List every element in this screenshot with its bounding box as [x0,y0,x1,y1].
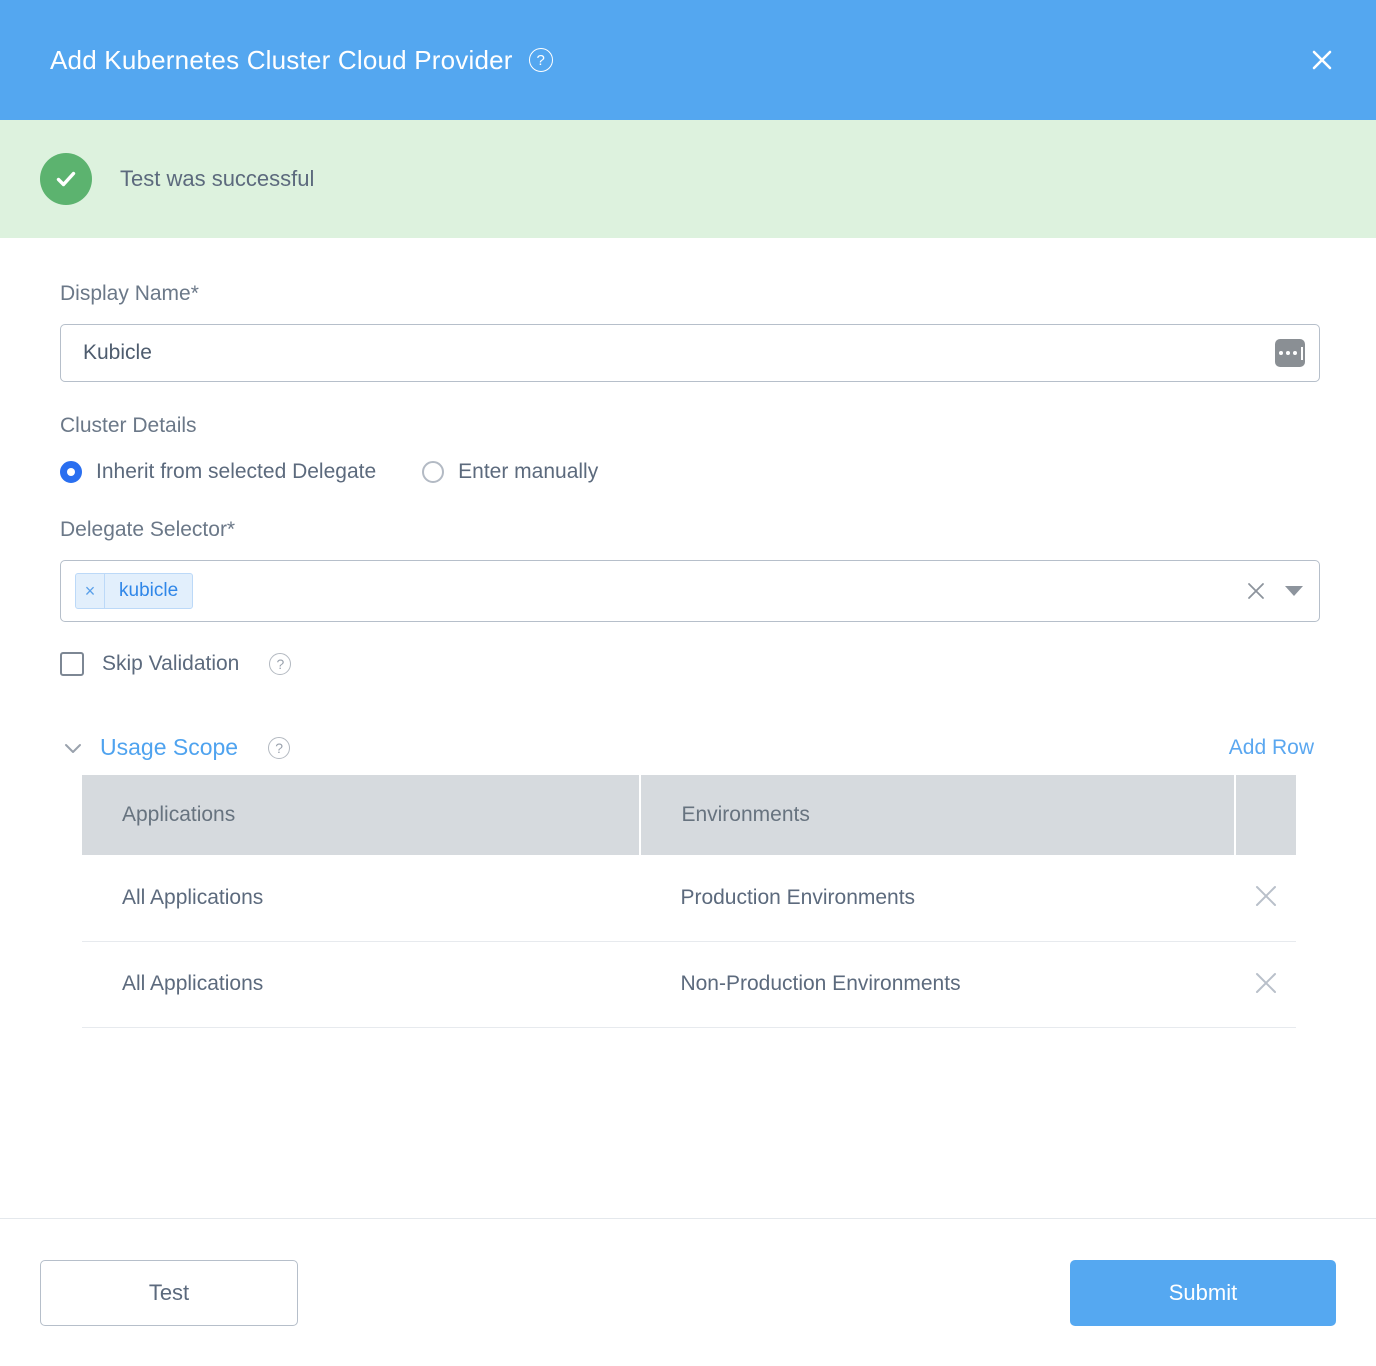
display-name-field[interactable] [60,324,1320,382]
usage-scope-title[interactable]: Usage Scope [100,734,238,761]
skip-validation-label: Skip Validation [102,652,240,675]
usage-scope-table-body: All Applications Production Environments… [82,855,1296,1028]
delegate-selector-field[interactable]: × kubicle [60,560,1320,622]
cell-environments: Non-Production Environments [640,941,1236,1028]
delegate-chip-label: kubicle [119,580,179,601]
cell-applications: All Applications [82,941,641,1028]
status-banner: Test was successful [0,120,1376,238]
modal-footer: Test Submit [0,1218,1376,1366]
test-button[interactable]: Test [40,1259,298,1326]
cell-actions [1235,941,1296,1028]
radio-enter-manually-indicator[interactable] [422,461,445,483]
skip-validation-checkbox[interactable] [60,652,84,676]
delegate-selector-label: Delegate Selector* [60,518,236,541]
radio-enter-manually[interactable]: Enter manually [422,460,598,484]
usage-scope-table-head: Applications Environments [82,775,1296,855]
column-header-environments: Environments [640,775,1237,855]
usage-scope-help-icon[interactable]: ? [268,736,291,759]
table-row: All Applications Production Environments [82,855,1296,942]
radio-inherit-from-delegate[interactable]: Inherit from selected Delegate [60,460,376,484]
delegate-selector-actions [1243,578,1303,604]
cluster-details-radio-group: Inherit from selected Delegate Enter man… [60,460,1320,484]
radio-enter-manually-label: Enter manually [458,460,599,483]
display-name-input[interactable] [83,341,1263,365]
table-header-row: Applications Environments [82,775,1296,855]
modal-header: Add Kubernetes Cluster Cloud Provider ? [0,0,1376,120]
column-header-actions [1235,775,1296,855]
caret-down-icon[interactable] [1285,586,1303,596]
chevron-down-icon[interactable] [60,735,86,761]
radio-inherit-from-delegate-indicator[interactable] [60,461,82,483]
chip-remove-icon[interactable]: × [76,574,105,608]
cluster-details-label: Cluster Details [60,414,197,437]
radio-inherit-from-delegate-label: Inherit from selected Delegate [96,460,377,483]
page-title: Add Kubernetes Cluster Cloud Provider [50,44,513,75]
skip-validation-row: Skip Validation ? [60,652,1320,676]
row-remove-icon[interactable] [1248,878,1284,914]
usage-scope-table: Applications Environments All Applicatio… [82,775,1296,1028]
skip-validation-help-icon[interactable]: ? [269,653,292,675]
title-help-icon[interactable]: ? [528,48,553,72]
row-remove-icon[interactable] [1248,965,1284,1001]
modal-body: Display Name* Cluster Details Inherit fr… [0,238,1376,1218]
cell-actions [1235,855,1296,942]
add-row-button[interactable]: Add Row [1229,736,1314,760]
cell-environments: Production Environments [640,855,1236,942]
close-icon[interactable] [1300,38,1344,82]
add-cloud-provider-modal: Add Kubernetes Cluster Cloud Provider ? … [0,0,1376,1366]
table-row: All Applications Non-Production Environm… [82,941,1296,1028]
status-message: Test was successful [120,166,315,191]
cell-applications: All Applications [82,855,641,942]
clear-icon[interactable] [1243,578,1269,604]
variable-expression-icon[interactable] [1275,339,1305,367]
display-name-label: Display Name* [60,282,199,305]
check-circle-icon [40,153,92,205]
column-header-applications: Applications [82,775,642,855]
submit-button[interactable]: Submit [1070,1259,1336,1326]
usage-scope-header: Usage Scope ? Add Row [60,734,1320,761]
delegate-chip[interactable]: × kubicle [75,573,194,609]
